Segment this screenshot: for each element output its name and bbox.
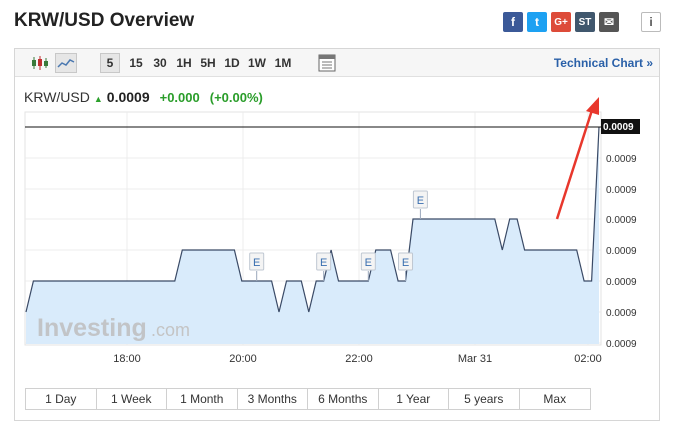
email-icon[interactable]: ✉ bbox=[599, 12, 619, 32]
event-marker-label: E bbox=[253, 257, 260, 269]
event-marker-label: E bbox=[365, 257, 372, 269]
event-marker-label: E bbox=[417, 195, 424, 207]
stocktwits-icon[interactable]: ST bbox=[575, 12, 595, 32]
facebook-icon[interactable]: f bbox=[503, 12, 523, 32]
event-marker-label: E bbox=[402, 257, 409, 269]
range-1-year[interactable]: 1 Year bbox=[379, 389, 449, 409]
investing-watermark-suffix: .com bbox=[151, 320, 190, 340]
range-selector: 1 Day 1 Week 1 Month 3 Months 6 Months 1… bbox=[25, 388, 591, 410]
x-tick-label: 20:00 bbox=[229, 353, 257, 365]
page-title: KRW/USD Overview bbox=[14, 10, 195, 31]
x-tick-label: 18:00 bbox=[113, 353, 141, 365]
range-1-day[interactable]: 1 Day bbox=[26, 389, 97, 409]
google-plus-icon[interactable]: G+ bbox=[551, 12, 571, 32]
y-tick-label: 0.0009 bbox=[606, 154, 637, 165]
price-chart[interactable]: 0.0009 0.0009 0.0009 0.0009 0.0009 0.0009 0.00… bbox=[15, 49, 659, 384]
y-tick-label: 0.0009 bbox=[606, 308, 637, 319]
range-max[interactable]: Max bbox=[520, 389, 591, 409]
y-tick-label: 0.0009 bbox=[606, 215, 637, 226]
event-marker-label: E bbox=[320, 257, 327, 269]
y-tick-label: 0.0009 bbox=[606, 185, 637, 196]
range-1-week[interactable]: 1 Week bbox=[97, 389, 167, 409]
range-1-month[interactable]: 1 Month bbox=[167, 389, 238, 409]
chart-widget: 5 15 30 1H 5H 1D 1W 1M Technical Chart »… bbox=[14, 48, 660, 421]
y-tick-label: 0.0009 bbox=[606, 277, 637, 288]
y-tick-label: 0.0009 bbox=[606, 339, 637, 350]
y-tick-label: 0.0009 bbox=[606, 246, 637, 257]
range-6-months[interactable]: 6 Months bbox=[308, 389, 379, 409]
info-icon[interactable]: i bbox=[641, 12, 661, 32]
investing-watermark: Investing bbox=[37, 314, 147, 342]
current-value-label: 0.0009 bbox=[603, 122, 634, 133]
x-tick-label: Mar 31 bbox=[458, 353, 492, 365]
twitter-icon[interactable]: t bbox=[527, 12, 547, 32]
x-tick-label: 02:00 bbox=[574, 353, 602, 365]
range-5-years[interactable]: 5 years bbox=[449, 389, 520, 409]
x-tick-label: 22:00 bbox=[345, 353, 373, 365]
range-3-months[interactable]: 3 Months bbox=[238, 389, 308, 409]
share-bar: f t G+ ST ✉ i bbox=[503, 12, 661, 32]
